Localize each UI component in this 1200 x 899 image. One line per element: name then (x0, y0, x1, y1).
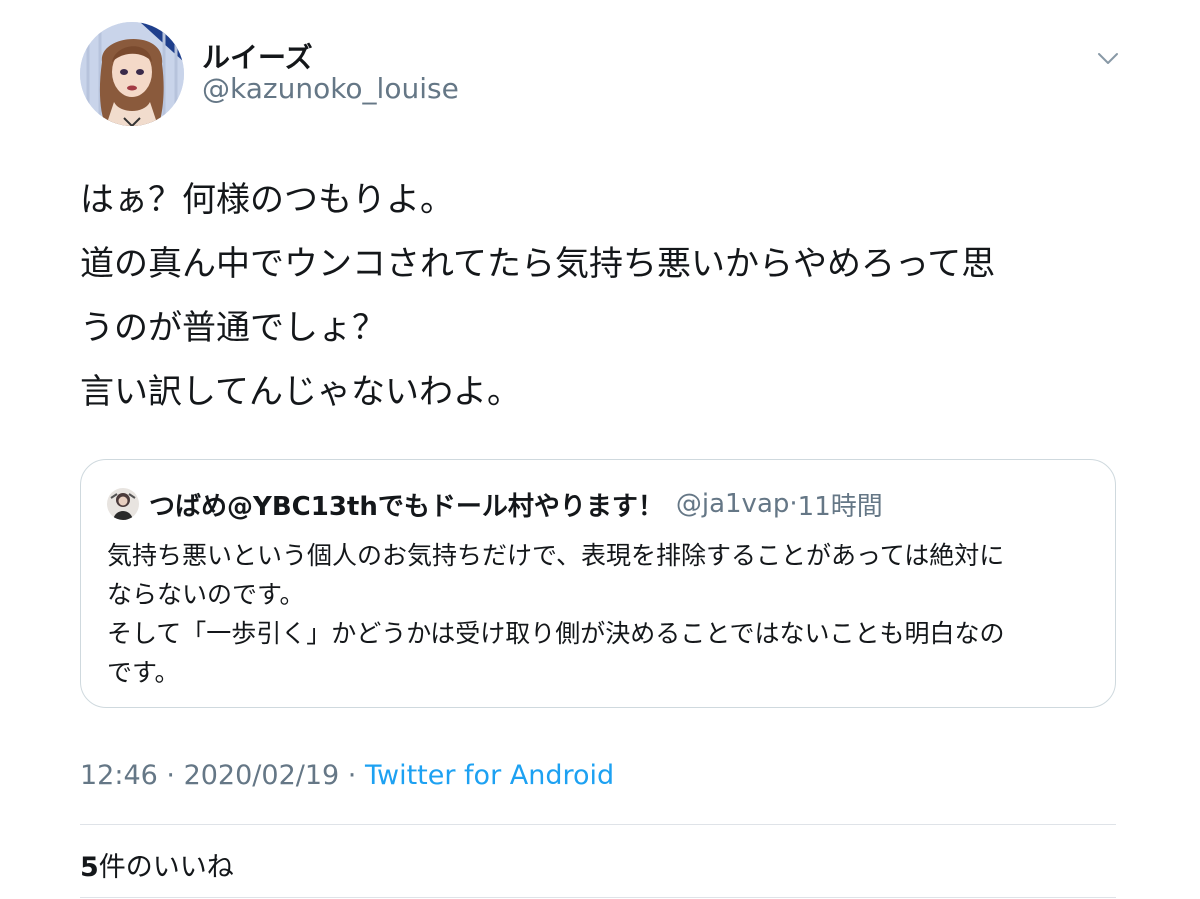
meta-separator: · (166, 760, 184, 791)
author-display-name[interactable]: ルイーズ (202, 36, 313, 76)
likes-count-link[interactable]: 5件のいいね (80, 845, 234, 884)
tweet-meta: 12:46 · 2020/02/19 · Twitter for Android (80, 760, 614, 791)
tweet-text: はぁ？何様のつもりよ。 道の真ん中でウンコされてたら気持ち悪いからやめろって思 … (80, 168, 1120, 424)
quoted-text-line: ならないのです。 (107, 580, 305, 609)
author-handle[interactable]: @kazunoko_louise (202, 72, 459, 105)
likes-label: 件のいいね (98, 852, 234, 883)
quoted-tweet[interactable]: つばめ@YBC13thでもドール村やります！ @ja1vap · 11時間 気持… (80, 459, 1116, 708)
tweet-text-line: うのが普通でしょ？ (80, 308, 386, 348)
divider (80, 897, 1116, 898)
quoted-tweet-header: つばめ@YBC13thでもドール村やります！ @ja1vap · 11時間 (107, 484, 883, 524)
quoted-tweet-text: 気持ち悪いという個人のお気持ちだけで、表現を排除することがあっては絶対に ならな… (107, 536, 1097, 692)
tweet-detail: ルイーズ @kazunoko_louise はぁ？何様のつもりよ。 道の真ん中で… (0, 0, 1200, 899)
quoted-text-line: です。 (107, 658, 180, 687)
avatar[interactable] (80, 22, 184, 126)
quoted-avatar (107, 488, 139, 520)
avatar-illustration (80, 22, 184, 126)
divider (80, 824, 1116, 825)
tweet-header: ルイーズ @kazunoko_louise (80, 22, 1120, 126)
quoted-separator: · (789, 489, 798, 519)
tweet-date: 2020/02/19 (183, 760, 340, 791)
quoted-display-name[interactable]: つばめ@YBC13thでもドール村やります！ (149, 486, 664, 523)
tweet-source-link[interactable]: Twitter for Android (365, 760, 614, 791)
tweet-time: 12:46 (80, 760, 158, 791)
tweet-text-line: 道の真ん中でウンコされてたら気持ち悪いからやめろって思 (80, 244, 996, 284)
quoted-handle[interactable]: @ja1vap (676, 489, 790, 519)
quoted-time[interactable]: 11時間 (798, 486, 883, 523)
quoted-text-line: 気持ち悪いという個人のお気持ちだけで、表現を排除することがあっては絶対に (107, 541, 1005, 570)
likes-count: 5 (80, 852, 99, 883)
chevron-down-icon[interactable] (1096, 48, 1120, 68)
quoted-text-line: そして「一歩引く」かどうかは受け取り側が決めることではないことも明白なの (107, 619, 1005, 648)
meta-separator: · (347, 760, 365, 791)
tweet-text-line: 言い訳してんじゃないわよ。 (80, 372, 521, 412)
tweet-text-line: はぁ？何様のつもりよ。 (80, 180, 454, 220)
